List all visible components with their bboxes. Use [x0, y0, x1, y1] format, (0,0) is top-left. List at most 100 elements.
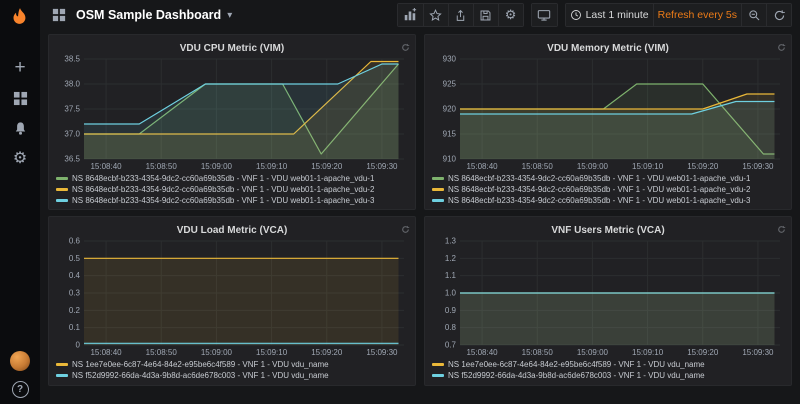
legend-label[interactable]: NS f52d9992-66da-4d3a-9b8d-ac6de678c003 …: [72, 371, 329, 380]
svg-text:1.1: 1.1: [445, 271, 457, 280]
svg-text:0.7: 0.7: [445, 341, 457, 350]
refresh-dashboard-icon[interactable]: [766, 4, 791, 26]
svg-text:15:09:10: 15:09:10: [632, 162, 664, 171]
create-plus-icon[interactable]: +: [0, 55, 40, 81]
svg-text:0.6: 0.6: [69, 237, 81, 246]
legend: NS 1ee7e0ee-6c87-4e64-84e2-e95be6c4f589 …: [430, 359, 786, 381]
svg-text:920: 920: [443, 105, 457, 114]
dashboards-icon[interactable]: [0, 85, 40, 111]
panel-title[interactable]: VDU CPU Metric (VIM): [180, 43, 284, 54]
refresh-interval-label: Refresh every 5s: [658, 9, 737, 21]
svg-text:0.2: 0.2: [69, 306, 81, 315]
legend-label[interactable]: NS 8648ecbf-b233-4354-9dc2-cc60a69b35db …: [72, 185, 374, 194]
svg-text:910: 910: [443, 155, 457, 164]
grafana-logo-icon[interactable]: [7, 6, 33, 37]
help-icon[interactable]: ?: [12, 381, 29, 398]
svg-text:15:09:20: 15:09:20: [311, 348, 343, 357]
svg-text:0.5: 0.5: [69, 254, 81, 263]
svg-text:15:09:10: 15:09:10: [256, 348, 288, 357]
svg-text:0.4: 0.4: [69, 271, 81, 280]
legend-item[interactable]: NS 8648ecbf-b233-4354-9dc2-cc60a69b35db …: [54, 173, 410, 184]
svg-text:15:09:30: 15:09:30: [366, 162, 398, 171]
dashboard-picker-grid-icon[interactable]: [48, 4, 70, 26]
legend-color-marker: [432, 188, 444, 191]
svg-text:925: 925: [443, 80, 457, 89]
view-mode-group: [531, 3, 558, 27]
legend-item[interactable]: NS 1ee7e0ee-6c87-4e64-84e2-e95be6c4f589 …: [54, 359, 410, 370]
zoom-out-search-icon[interactable]: [741, 4, 766, 26]
svg-text:37.5: 37.5: [64, 105, 80, 114]
svg-text:38.0: 38.0: [64, 80, 80, 89]
save-button[interactable]: [473, 4, 498, 26]
load-chart[interactable]: 00.10.20.30.40.50.615:08:4015:08:5015:09…: [54, 236, 410, 358]
svg-text:15:09:00: 15:09:00: [577, 348, 609, 357]
legend-item[interactable]: NS 1ee7e0ee-6c87-4e64-84e2-e95be6c4f589 …: [430, 359, 786, 370]
legend-item[interactable]: NS 8648ecbf-b233-4354-9dc2-cc60a69b35db …: [54, 184, 410, 195]
legend-item[interactable]: NS 8648ecbf-b233-4354-9dc2-cc60a69b35db …: [430, 173, 786, 184]
alerting-bell-icon[interactable]: [0, 115, 40, 141]
memory-chart[interactable]: 91091592092593015:08:4015:08:5015:09:001…: [430, 54, 786, 172]
legend-color-marker: [432, 199, 444, 202]
svg-text:0.3: 0.3: [69, 289, 81, 298]
svg-text:37.0: 37.0: [64, 130, 80, 139]
legend-label[interactable]: NS 1ee7e0ee-6c87-4e64-84e2-e95be6c4f589 …: [72, 360, 329, 369]
legend-item[interactable]: NS 8648ecbf-b233-4354-9dc2-cc60a69b35db …: [430, 195, 786, 206]
legend: NS 8648ecbf-b233-4354-9dc2-cc60a69b35db …: [54, 173, 410, 206]
legend-item[interactable]: NS f52d9992-66da-4d3a-9b8d-ac6de678c003 …: [430, 370, 786, 381]
svg-text:15:08:50: 15:08:50: [146, 162, 178, 171]
legend-color-marker: [432, 363, 444, 366]
svg-text:0.8: 0.8: [445, 323, 457, 332]
refresh-interval-picker[interactable]: Refresh every 5s: [653, 4, 741, 26]
chevron-down-icon[interactable]: ▾: [227, 10, 232, 21]
svg-text:15:08:40: 15:08:40: [466, 348, 498, 357]
legend-label[interactable]: NS 8648ecbf-b233-4354-9dc2-cc60a69b35db …: [448, 196, 750, 205]
legend-color-marker: [432, 374, 444, 377]
svg-text:15:08:50: 15:08:50: [146, 348, 178, 357]
svg-text:36.5: 36.5: [64, 155, 80, 164]
svg-text:15:09:30: 15:09:30: [366, 348, 398, 357]
legend-label[interactable]: NS 8648ecbf-b233-4354-9dc2-cc60a69b35db …: [448, 174, 750, 183]
legend-color-marker: [56, 374, 68, 377]
share-button[interactable]: [448, 4, 473, 26]
dashboard-actions-group: ⚙: [397, 3, 524, 27]
legend-item[interactable]: NS f52d9992-66da-4d3a-9b8d-ac6de678c003 …: [54, 370, 410, 381]
sidebar: + ⚙ ?: [0, 0, 40, 404]
panel-title[interactable]: VDU Memory Metric (VIM): [547, 43, 669, 54]
svg-text:15:08:50: 15:08:50: [522, 348, 554, 357]
dashboard-title[interactable]: OSM Sample Dashboard: [76, 8, 221, 22]
svg-text:15:09:00: 15:09:00: [201, 348, 233, 357]
cpu-chart[interactable]: 36.537.037.538.038.515:08:4015:08:5015:0…: [54, 54, 410, 172]
legend-label[interactable]: NS 8648ecbf-b233-4354-9dc2-cc60a69b35db …: [72, 196, 374, 205]
svg-text:15:09:30: 15:09:30: [742, 348, 774, 357]
star-button[interactable]: [423, 4, 448, 26]
legend-label[interactable]: NS f52d9992-66da-4d3a-9b8d-ac6de678c003 …: [448, 371, 705, 380]
legend-label[interactable]: NS 1ee7e0ee-6c87-4e64-84e2-e95be6c4f589 …: [448, 360, 705, 369]
legend-item[interactable]: NS 8648ecbf-b233-4354-9dc2-cc60a69b35db …: [430, 184, 786, 195]
svg-text:0.9: 0.9: [445, 306, 457, 315]
legend-color-marker: [432, 177, 444, 180]
panel-vdu-memory-metric: VDU Memory Metric (VIM) 9109159209259301…: [424, 34, 792, 210]
legend: NS 1ee7e0ee-6c87-4e64-84e2-e95be6c4f589 …: [54, 359, 410, 381]
top-navbar: OSM Sample Dashboard ▾: [40, 0, 800, 30]
add-panel-button[interactable]: [398, 4, 423, 26]
svg-text:15:08:40: 15:08:40: [466, 162, 498, 171]
svg-text:1.2: 1.2: [445, 254, 457, 263]
panel-title[interactable]: VNF Users Metric (VCA): [551, 225, 664, 236]
configuration-gear-icon[interactable]: ⚙: [0, 145, 40, 171]
users-chart[interactable]: 0.70.80.91.01.11.21.315:08:4015:08:5015:…: [430, 236, 786, 358]
legend-label[interactable]: NS 8648ecbf-b233-4354-9dc2-cc60a69b35db …: [448, 185, 750, 194]
svg-text:15:09:10: 15:09:10: [632, 348, 664, 357]
dashboard-settings-gear-icon[interactable]: ⚙: [498, 4, 523, 26]
user-avatar[interactable]: [10, 351, 30, 371]
legend-item[interactable]: NS 8648ecbf-b233-4354-9dc2-cc60a69b35db …: [54, 195, 410, 206]
legend-label[interactable]: NS 8648ecbf-b233-4354-9dc2-cc60a69b35db …: [72, 174, 374, 183]
panel-refresh-icon: [401, 221, 410, 239]
svg-text:15:09:00: 15:09:00: [201, 162, 233, 171]
svg-text:15:09:20: 15:09:20: [687, 162, 719, 171]
legend-color-marker: [56, 177, 68, 180]
svg-text:0: 0: [76, 341, 81, 350]
svg-text:930: 930: [443, 55, 457, 64]
time-range-picker[interactable]: Last 1 minute: [566, 4, 653, 26]
tv-kiosk-mode-button[interactable]: [532, 4, 557, 26]
panel-title[interactable]: VDU Load Metric (VCA): [177, 225, 288, 236]
